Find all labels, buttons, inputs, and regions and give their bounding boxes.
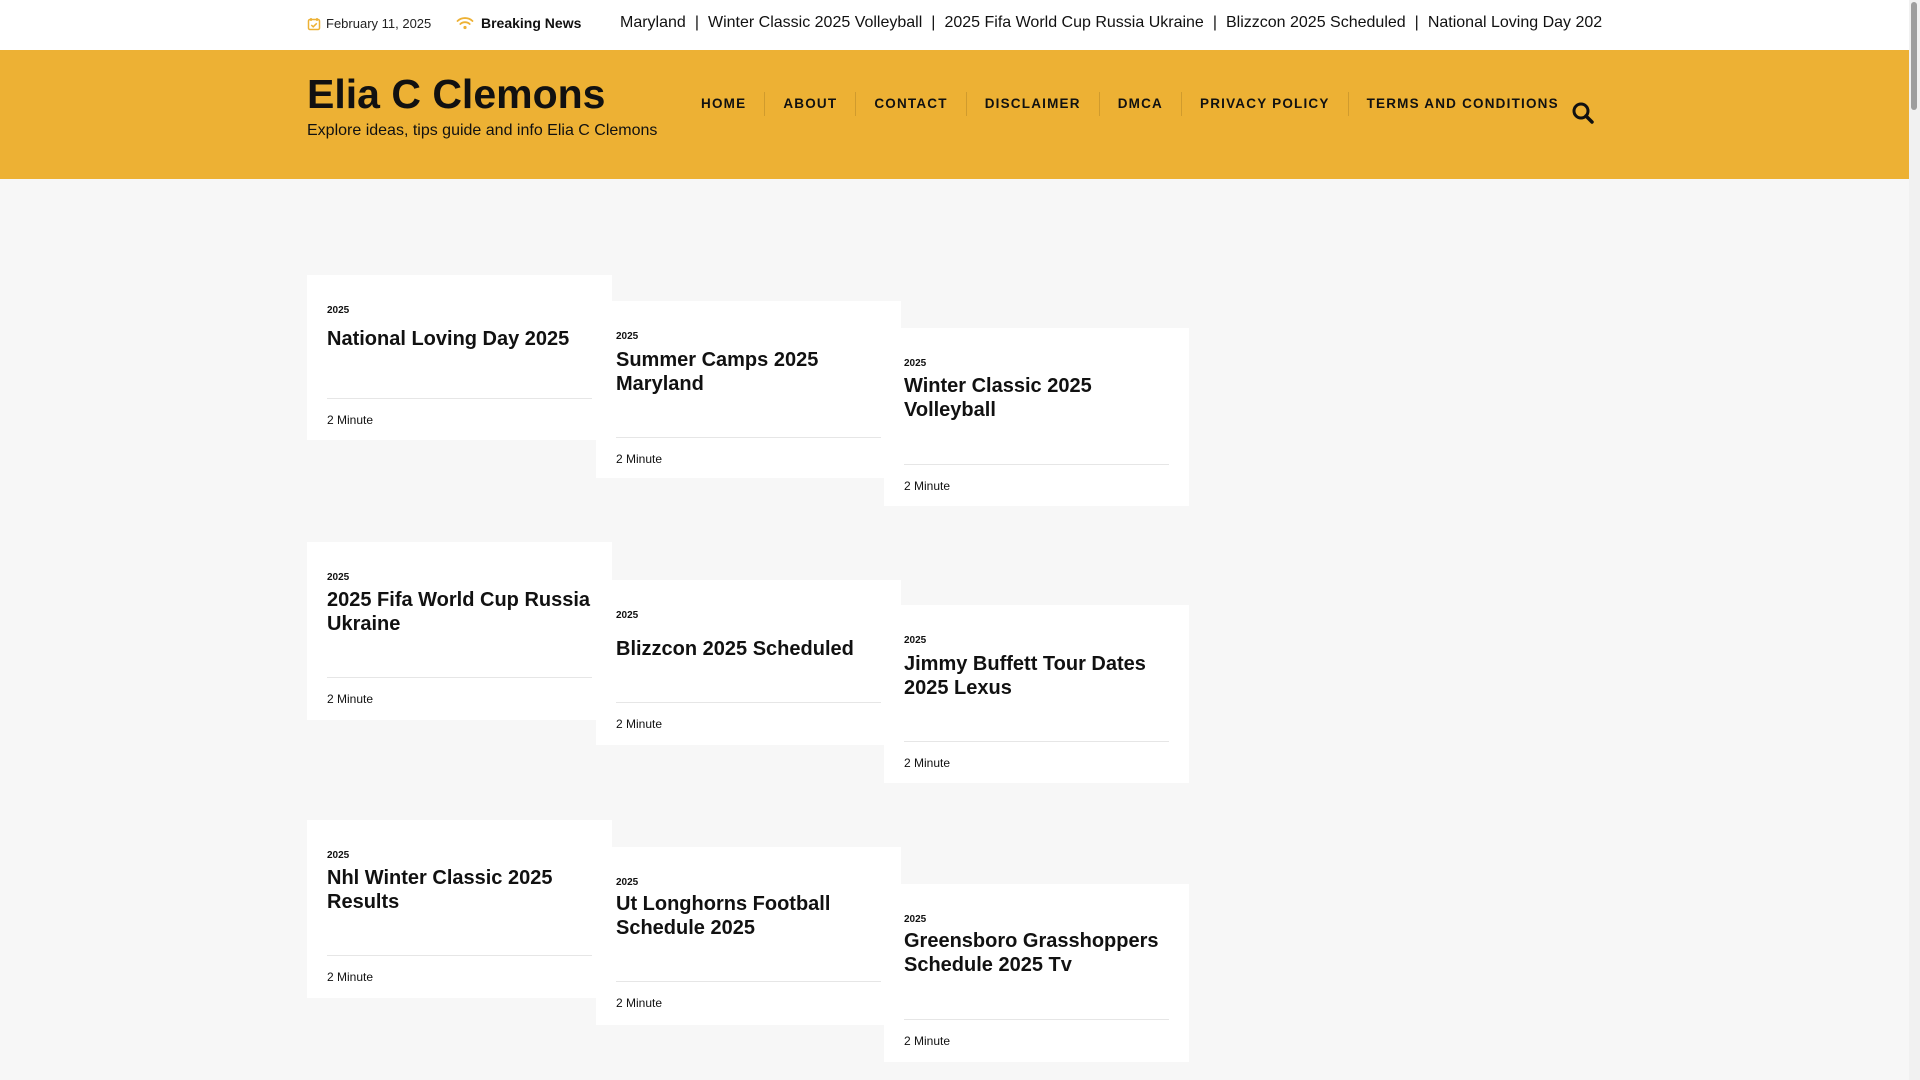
post-divider xyxy=(904,1019,1169,1020)
post-title[interactable]: Winter Classic 2025 Volleyball xyxy=(904,374,1174,422)
post-category[interactable]: 2025 xyxy=(616,877,638,888)
post-read-time: 2 Minute xyxy=(616,452,663,466)
post-read-time: 2 Minute xyxy=(904,1034,951,1048)
post-read-time: 2 Minute xyxy=(616,717,663,731)
top-bar: February 11, 2025 Breaking News Maryland… xyxy=(0,0,1909,51)
site-header: Elia C Clemons Explore ideas, tips guide… xyxy=(0,50,1909,179)
post-title[interactable]: Nhl Winter Classic 2025 Results xyxy=(327,866,597,914)
post-divider xyxy=(904,464,1169,465)
post-title[interactable]: Summer Camps 2025 Maryland xyxy=(616,348,886,396)
post-read-time: 2 Minute xyxy=(904,756,951,770)
magnifier-icon xyxy=(1572,102,1594,124)
post-divider xyxy=(327,398,592,399)
nav-item-home[interactable]: HOME xyxy=(683,92,764,116)
site-title[interactable]: Elia C Clemons xyxy=(307,71,605,118)
post-category[interactable]: 2025 xyxy=(327,305,349,316)
post-category[interactable]: 2025 xyxy=(327,572,349,583)
ticker-separator: | xyxy=(1414,14,1419,31)
post-card[interactable]: 2025 Jimmy Buffett Tour Dates 2025 Lexus 2… xyxy=(884,605,1189,783)
nav-item-terms-and-conditions[interactable]: TERMS AND CONDITIONS xyxy=(1347,92,1577,116)
post-divider xyxy=(327,955,592,956)
main-nav: HOME ABOUT CONTACT DISCLAIMER DMCA PRIVACY PO… xyxy=(683,92,1577,116)
post-divider xyxy=(616,702,881,703)
post-category[interactable]: 2025 xyxy=(904,358,926,369)
post-divider xyxy=(904,741,1169,742)
post-card[interactable]: 2025 Blizzcon 2025 Scheduled 2 Minute xyxy=(596,580,901,745)
nav-item-contact[interactable]: CONTACT xyxy=(855,92,965,116)
post-read-time: 2 Minute xyxy=(616,996,663,1010)
ticker-link[interactable]: Winter Classic 2025 Volleyball xyxy=(708,14,922,31)
post-card[interactable]: 2025 Winter Classic 2025 Volleyball 2 Minu… xyxy=(884,328,1189,506)
post-card[interactable]: 2025 Ut Longhorns Football Schedule 2025 2… xyxy=(596,847,901,1025)
post-card[interactable]: 2025 Nhl Winter Classic 2025 Results 2 Min… xyxy=(307,820,612,998)
ticker-link[interactable]: 2025 Fifa World Cup Russia Ukraine xyxy=(944,14,1203,31)
breaking-news-text: Breaking News xyxy=(481,15,582,31)
ticker-link[interactable]: Maryland xyxy=(620,14,686,31)
site-tagline: Explore ideas, tips guide and info Elia … xyxy=(307,122,658,139)
current-date: February 11, 2025 xyxy=(307,16,431,31)
post-title[interactable]: 2025 Fifa World Cup Russia Ukraine xyxy=(327,588,597,636)
nav-item-about[interactable]: ABOUT xyxy=(764,92,855,116)
calendar-check-icon xyxy=(307,17,321,30)
date-text: February 11, 2025 xyxy=(326,16,432,31)
search-button[interactable] xyxy=(1570,100,1596,126)
post-card[interactable]: 2025 Summer Camps 2025 Maryland 2 Minute xyxy=(596,301,901,478)
post-card[interactable]: 2025 2025 Fifa World Cup Russia Ukraine 2 … xyxy=(307,542,612,720)
post-card[interactable]: 2025 National Loving Day 2025 2 Minute xyxy=(307,275,612,440)
post-title[interactable]: Ut Longhorns Football Schedule 2025 xyxy=(616,892,886,940)
ticker-separator: | xyxy=(694,14,699,31)
nav-item-dmca[interactable]: DMCA xyxy=(1098,92,1181,116)
post-divider xyxy=(616,981,881,982)
post-title[interactable]: Blizzcon 2025 Scheduled xyxy=(616,637,886,661)
post-divider xyxy=(327,677,592,678)
post-title[interactable]: Jimmy Buffett Tour Dates 2025 Lexus xyxy=(904,652,1174,700)
post-category[interactable]: 2025 xyxy=(904,635,926,646)
post-category[interactable]: 2025 xyxy=(327,850,349,861)
scrollbar-thumb[interactable] xyxy=(1911,2,1917,110)
news-ticker: Maryland | Winter Classic 2025 Volleyball |… xyxy=(620,14,1602,36)
breaking-news-label: Breaking News xyxy=(456,15,581,31)
nav-item-disclaimer[interactable]: DISCLAIMER xyxy=(965,92,1099,116)
post-title[interactable]: National Loving Day 2025 xyxy=(327,327,597,351)
ticker-separator: | xyxy=(931,14,936,31)
nav-item-privacy-policy[interactable]: PRIVACY POLICY xyxy=(1181,92,1348,116)
post-read-time: 2 Minute xyxy=(327,970,374,984)
post-read-time: 2 Minute xyxy=(327,692,374,706)
post-card[interactable]: 2025 Greensboro Grasshoppers Schedule 202… xyxy=(884,884,1189,1062)
post-divider xyxy=(616,437,881,438)
post-category[interactable]: 2025 xyxy=(904,914,926,925)
ticker-link[interactable]: Blizzcon 2025 Scheduled xyxy=(1226,14,1406,31)
ticker-link[interactable]: National Loving Day 202 xyxy=(1428,14,1602,31)
wifi-signal-icon xyxy=(456,17,474,30)
post-category[interactable]: 2025 xyxy=(616,610,638,621)
page-scrollbar[interactable] xyxy=(1909,0,1920,1080)
post-category[interactable]: 2025 xyxy=(616,331,638,342)
post-read-time: 2 Minute xyxy=(327,413,374,427)
ticker-separator: | xyxy=(1212,14,1217,31)
post-read-time: 2 Minute xyxy=(904,479,951,493)
post-title[interactable]: Greensboro Grasshoppers Schedule 2025 Tv xyxy=(904,929,1174,977)
